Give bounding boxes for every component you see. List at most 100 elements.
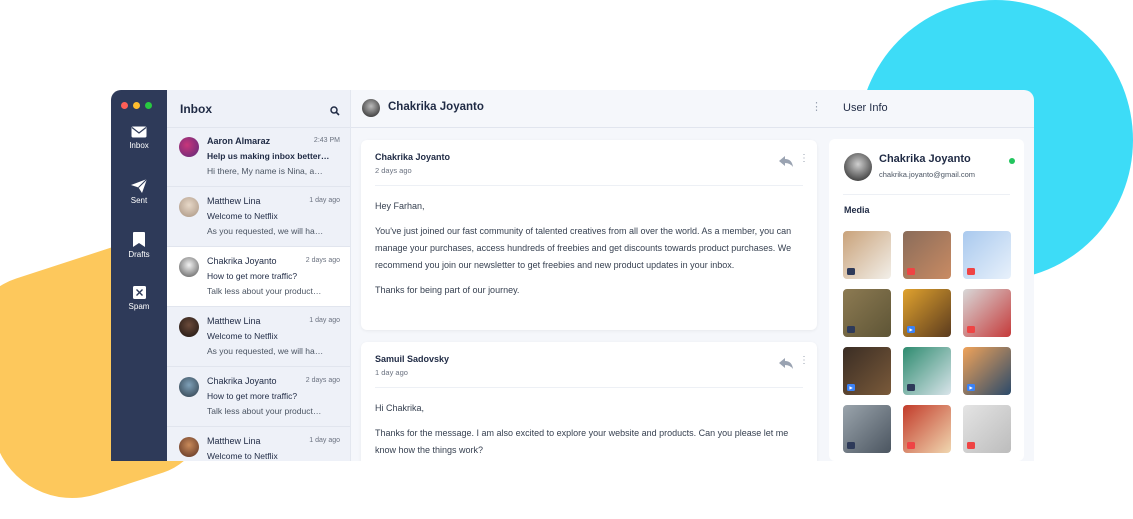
avatar bbox=[844, 153, 872, 181]
media-thumbnail[interactable] bbox=[963, 289, 1011, 337]
reply-icon[interactable] bbox=[779, 154, 793, 172]
user-email[interactable]: chakrika.joyanto@gmail.com bbox=[879, 170, 975, 179]
reply-icon[interactable] bbox=[779, 356, 793, 374]
mail-time: 1 day ago bbox=[309, 437, 340, 444]
media-thumbnail[interactable] bbox=[843, 231, 891, 279]
list-item[interactable]: Matthew Lina 1 day ago Welcome to Netfli… bbox=[167, 187, 350, 247]
mail-subject: Help us making inbox better… bbox=[207, 151, 330, 161]
media-thumbnail[interactable] bbox=[963, 405, 1011, 453]
mail-sender: Chakrika Joyanto bbox=[207, 376, 277, 386]
list-item[interactable]: Aaron Almaraz 2:43 PM Help us making inb… bbox=[167, 127, 350, 187]
mail-preview: As you requested, we will ha… bbox=[207, 226, 324, 236]
sidebar-item-label: Drafts bbox=[128, 250, 150, 259]
media-thumbnail[interactable] bbox=[903, 231, 951, 279]
user-info-title: User Info bbox=[843, 102, 888, 114]
media-thumbnail[interactable]: ▶ bbox=[903, 289, 951, 337]
more-vertical-icon[interactable]: ⋮ bbox=[799, 153, 809, 164]
pdf-badge-icon bbox=[967, 326, 975, 333]
more-vertical-icon[interactable]: ⋮ bbox=[811, 100, 822, 113]
spam-x-icon bbox=[132, 286, 146, 299]
message-paragraph: You've just joined our fast community of… bbox=[375, 226, 792, 270]
more-vertical-icon[interactable]: ⋮ bbox=[799, 355, 809, 366]
message-body: Hi Chakrika, Thanks for the message. I a… bbox=[375, 400, 795, 461]
message-card: Chakrika Joyanto 2 days ago ⋮ Hey Farhan… bbox=[361, 140, 817, 330]
mail-time: 1 day ago bbox=[309, 197, 340, 204]
media-thumbnail[interactable]: ▶ bbox=[843, 347, 891, 395]
image-badge-icon bbox=[847, 326, 855, 333]
message-paragraph: Thanks for being part of our journey. bbox=[375, 285, 520, 295]
inbox-title: Inbox bbox=[180, 102, 212, 116]
avatar bbox=[179, 377, 199, 397]
divider bbox=[375, 387, 803, 388]
mail-preview: Talk less about your product… bbox=[207, 406, 322, 416]
user-name: Chakrika Joyanto bbox=[879, 153, 971, 165]
message-card: Samuil Sadovsky 1 day ago ⋮ Hi Chakrika,… bbox=[361, 342, 817, 461]
sidebar-item-label: Inbox bbox=[129, 141, 149, 150]
image-badge-icon bbox=[847, 442, 855, 449]
mail-sender: Matthew Lina bbox=[207, 196, 261, 206]
sidebar-item-sent[interactable]: Sent bbox=[111, 179, 167, 205]
message-time: 1 day ago bbox=[375, 368, 408, 377]
message-paragraph: Thanks for the message. I am also excite… bbox=[375, 428, 789, 455]
mail-subject: How to get more traffic? bbox=[207, 391, 298, 401]
image-badge-icon bbox=[907, 384, 915, 391]
message-body: Hey Farhan, You've just joined our fast … bbox=[375, 198, 795, 307]
pdf-badge-icon bbox=[967, 442, 975, 449]
user-info-panel: User Info Chakrika Joyanto chakrika.joya… bbox=[828, 90, 1034, 461]
avatar bbox=[179, 137, 199, 157]
mail-time: 1 day ago bbox=[309, 317, 340, 324]
media-thumbnail[interactable] bbox=[963, 231, 1011, 279]
pdf-badge-icon bbox=[907, 268, 915, 275]
bookmark-icon bbox=[133, 232, 145, 247]
message-sender: Chakrika Joyanto bbox=[375, 152, 451, 162]
user-card: Chakrika Joyanto chakrika.joyanto@gmail.… bbox=[829, 139, 1024, 461]
sidebar-item-spam[interactable]: Spam bbox=[111, 286, 167, 311]
search-icon[interactable] bbox=[330, 103, 340, 121]
media-thumbnail[interactable] bbox=[843, 405, 891, 453]
mail-time: 2 days ago bbox=[305, 257, 340, 264]
avatar bbox=[179, 257, 199, 277]
sidebar: Inbox Sent Drafts Spam bbox=[111, 90, 167, 461]
pdf-badge-icon bbox=[907, 442, 915, 449]
sidebar-item-label: Spam bbox=[128, 302, 150, 311]
video-badge-icon: ▶ bbox=[967, 384, 975, 391]
mail-preview: Hi there, My name is Nina, a… bbox=[207, 166, 323, 176]
divider bbox=[375, 185, 803, 186]
mail-time: 2 days ago bbox=[305, 377, 340, 384]
close-window-dot[interactable] bbox=[121, 102, 128, 109]
mail-subject: Welcome to Netflix bbox=[207, 331, 278, 341]
inbox-list: Inbox Aaron Almaraz 2:43 PM Help us maki… bbox=[167, 90, 351, 461]
image-badge-icon bbox=[847, 268, 855, 275]
avatar bbox=[362, 99, 380, 117]
list-item[interactable]: Matthew Lina 1 day ago Welcome to Netfli… bbox=[167, 307, 350, 367]
list-item[interactable]: Matthew Lina 1 day ago Welcome to Netfli… bbox=[167, 427, 350, 461]
media-thumbnail[interactable] bbox=[903, 347, 951, 395]
media-thumbnail[interactable] bbox=[843, 289, 891, 337]
media-thumbnail[interactable] bbox=[903, 405, 951, 453]
avatar bbox=[179, 317, 199, 337]
sidebar-item-drafts[interactable]: Drafts bbox=[111, 232, 167, 259]
paper-plane-icon bbox=[131, 179, 147, 193]
mail-preview: As you requested, we will ha… bbox=[207, 346, 324, 356]
mail-sender: Matthew Lina bbox=[207, 436, 261, 446]
avatar bbox=[179, 197, 199, 217]
mail-preview: Talk less about your product… bbox=[207, 286, 322, 296]
sidebar-item-inbox[interactable]: Inbox bbox=[111, 126, 167, 150]
list-item[interactable]: Chakrika Joyanto 2 days ago How to get m… bbox=[167, 247, 350, 307]
mail-subject: Welcome to Netflix bbox=[207, 451, 278, 461]
message-paragraph: Hey Farhan, bbox=[375, 201, 425, 211]
divider bbox=[843, 194, 1010, 195]
thread-title: Chakrika Joyanto bbox=[388, 101, 484, 113]
inbox-header: Inbox bbox=[167, 90, 350, 128]
mail-subject: Welcome to Netflix bbox=[207, 211, 278, 221]
sidebar-item-label: Sent bbox=[130, 196, 148, 205]
media-label: Media bbox=[844, 205, 870, 215]
list-item[interactable]: Chakrika Joyanto 2 days ago How to get m… bbox=[167, 367, 350, 427]
media-thumbnail[interactable]: ▶ bbox=[963, 347, 1011, 395]
mail-sender: Aaron Almaraz bbox=[207, 136, 271, 146]
maximize-window-dot[interactable] bbox=[145, 102, 152, 109]
mail-subject: How to get more traffic? bbox=[207, 271, 298, 281]
mail-sender: Chakrika Joyanto bbox=[207, 256, 277, 266]
minimize-window-dot[interactable] bbox=[133, 102, 140, 109]
message-time: 2 days ago bbox=[375, 166, 412, 175]
